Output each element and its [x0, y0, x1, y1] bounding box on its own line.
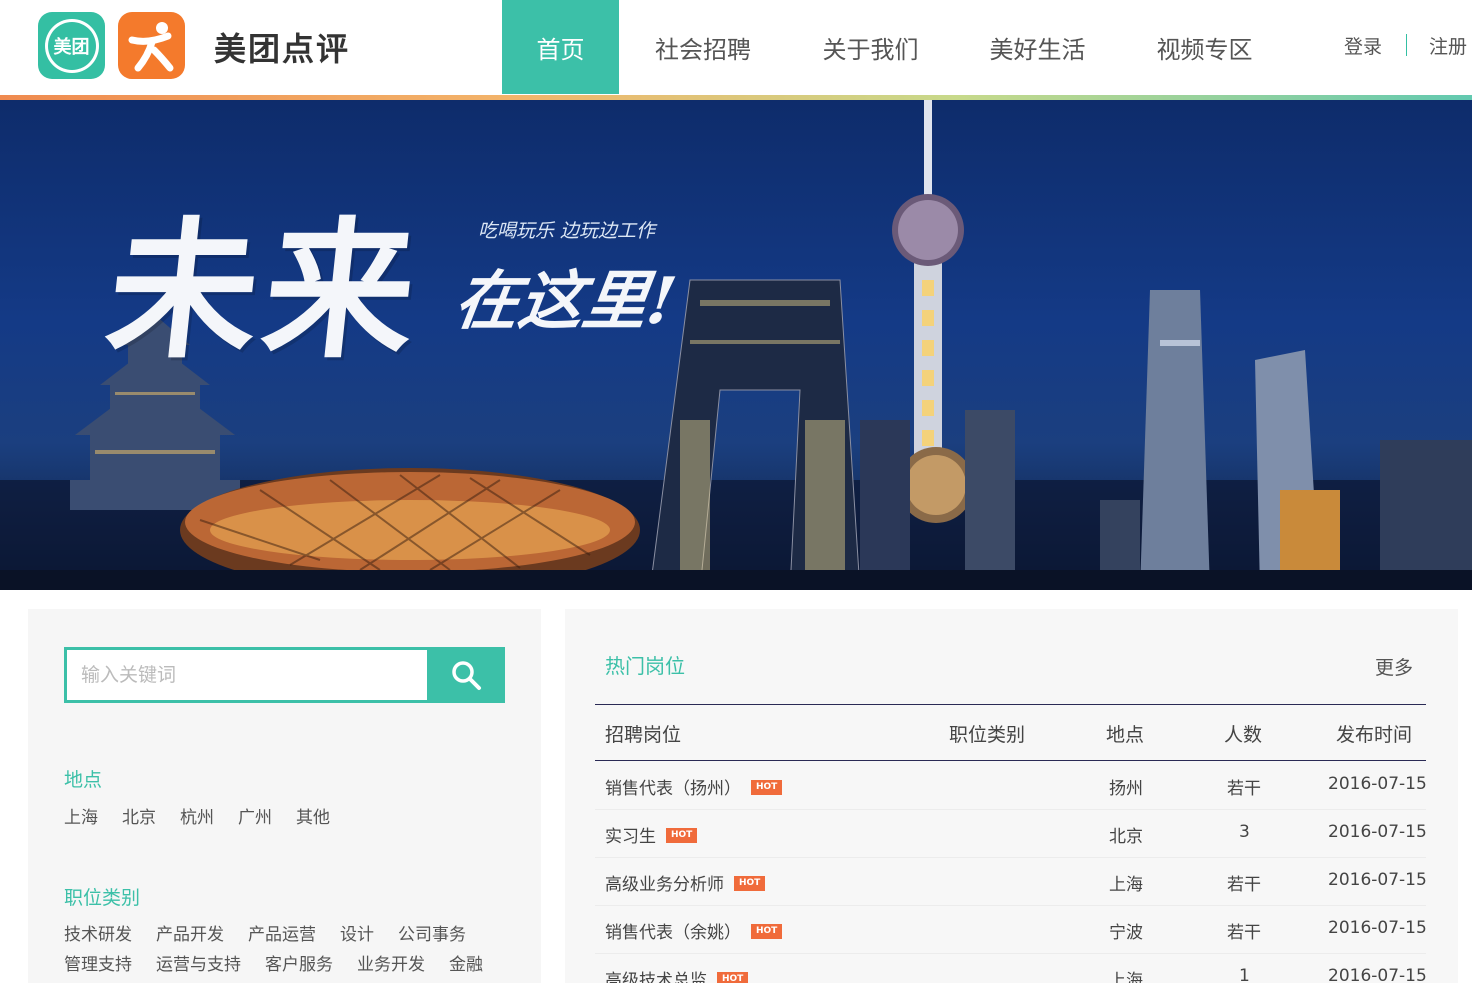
- job-date: 2016-07-15: [1328, 918, 1427, 938]
- nav-home[interactable]: 首页: [502, 0, 619, 94]
- category-tech[interactable]: 技术研发: [64, 920, 132, 945]
- banner-slogan-future: 未来: [99, 203, 430, 379]
- category-product-ops[interactable]: 产品运营: [248, 920, 316, 945]
- login-link[interactable]: 登录: [1344, 32, 1382, 59]
- meituan-logo[interactable]: 美团: [38, 12, 105, 79]
- hero-banner: 未来 吃喝玩乐 边玩边工作 在这里!: [0, 100, 1472, 590]
- job-date: 2016-07-15: [1328, 966, 1427, 983]
- job-title[interactable]: 高级技术总监: [605, 971, 707, 983]
- hot-badge: HOT: [717, 971, 749, 983]
- location-filters: 上海 北京 杭州 广州 其他: [64, 803, 330, 828]
- table-row[interactable]: 高级业务分析师 HOT 上海 若干 2016-07-15: [595, 857, 1427, 906]
- column-header-count: 人数: [1224, 724, 1263, 746]
- column-header-category: 职位类别: [949, 724, 1026, 746]
- search-box: [64, 647, 428, 703]
- category-finance[interactable]: 金融: [449, 950, 483, 975]
- search-button[interactable]: [427, 647, 505, 703]
- more-link[interactable]: 更多: [1375, 653, 1413, 680]
- column-header-date: 发布时间: [1336, 724, 1413, 746]
- category-product-dev[interactable]: 产品开发: [156, 920, 224, 945]
- job-location: 扬州: [1109, 779, 1143, 799]
- location-shanghai[interactable]: 上海: [64, 803, 98, 828]
- job-date: 2016-07-15: [1328, 774, 1427, 794]
- brand-name: 美团点评: [214, 30, 351, 68]
- hot-jobs-panel: 热门岗位 更多 招聘岗位 职位类别 地点 人数 发布时间 销售代表（扬州） HOT…: [565, 609, 1458, 983]
- job-count: 1: [1239, 966, 1250, 983]
- job-count: 若干: [1227, 875, 1261, 895]
- job-title[interactable]: 销售代表（余姚）: [605, 923, 741, 943]
- dianping-person-icon: [128, 22, 174, 72]
- category-title: 职位类别: [64, 887, 141, 909]
- table-row[interactable]: 销售代表（余姚） HOT 宁波 若干 2016-07-15: [595, 905, 1427, 954]
- hot-badge: HOT: [734, 875, 766, 891]
- filter-panel: 地点 上海 北京 杭州 广州 其他 职位类别 技术研发 产品开发 产品运营 设计…: [28, 609, 541, 983]
- job-count: 若干: [1227, 779, 1261, 799]
- job-date: 2016-07-15: [1328, 870, 1427, 890]
- location-hangzhou[interactable]: 杭州: [180, 803, 214, 828]
- table-top-border: [595, 704, 1426, 705]
- category-filters-row2: 管理支持 运营与支持 客户服务 业务开发 金融: [64, 950, 483, 975]
- category-design[interactable]: 设计: [340, 920, 374, 945]
- job-location: 上海: [1109, 875, 1143, 895]
- job-location: 上海: [1109, 971, 1143, 983]
- banner-slogan-subtitle: 吃喝玩乐 边玩边工作: [478, 220, 656, 242]
- banner-slogan-here: 在这里!: [449, 264, 681, 339]
- job-date: 2016-07-15: [1328, 822, 1427, 842]
- category-filters-row1: 技术研发 产品开发 产品运营 设计 公司事务: [64, 920, 466, 945]
- search-input[interactable]: [67, 650, 428, 700]
- site-header: 美团 美团点评 首页 社会招聘 关于我们 美好生活 视频专区 登录 注册: [0, 0, 1472, 96]
- search-icon: [452, 661, 481, 690]
- hot-jobs-title: 热门岗位: [605, 654, 685, 678]
- job-title[interactable]: 高级业务分析师: [605, 875, 724, 895]
- column-header-location: 地点: [1106, 724, 1145, 746]
- job-title[interactable]: 销售代表（扬州）: [605, 779, 741, 799]
- job-location: 宁波: [1109, 923, 1143, 943]
- job-count: 3: [1239, 822, 1250, 842]
- nav-about-us[interactable]: 关于我们: [787, 0, 954, 94]
- hot-badge: HOT: [666, 827, 698, 843]
- register-link[interactable]: 注册: [1429, 32, 1467, 59]
- hot-badge: HOT: [751, 923, 783, 939]
- nav-video-zone[interactable]: 视频专区: [1121, 0, 1288, 94]
- job-count: 若干: [1227, 923, 1261, 943]
- table-row[interactable]: 高级技术总监 HOT 上海 1 2016-07-15: [595, 953, 1427, 983]
- location-guangzhou[interactable]: 广州: [238, 803, 272, 828]
- table-row[interactable]: 销售代表（扬州） HOT 扬州 若干 2016-07-15: [595, 761, 1427, 810]
- location-beijing[interactable]: 北京: [122, 803, 156, 828]
- category-corporate[interactable]: 公司事务: [398, 920, 466, 945]
- location-title: 地点: [64, 769, 103, 791]
- column-header-position: 招聘岗位: [605, 724, 682, 746]
- nav-social-recruitment[interactable]: 社会招聘: [619, 0, 787, 94]
- location-other[interactable]: 其他: [296, 803, 330, 828]
- hot-badge: HOT: [751, 779, 783, 795]
- divider: [1406, 34, 1407, 56]
- category-management[interactable]: 管理支持: [64, 950, 132, 975]
- dianping-logo[interactable]: [118, 12, 185, 79]
- category-customer-service[interactable]: 客户服务: [265, 950, 333, 975]
- job-title[interactable]: 实习生: [605, 827, 656, 847]
- job-location: 北京: [1109, 827, 1143, 847]
- main-nav: 首页 社会招聘 关于我们 美好生活 视频专区: [502, 0, 1288, 94]
- table-row[interactable]: 实习生 HOT 北京 3 2016-07-15: [595, 809, 1427, 858]
- category-business-dev[interactable]: 业务开发: [357, 950, 425, 975]
- meituan-logo-text: 美团: [47, 21, 96, 70]
- nav-good-life[interactable]: 美好生活: [954, 0, 1121, 94]
- category-operations[interactable]: 运营与支持: [156, 950, 241, 975]
